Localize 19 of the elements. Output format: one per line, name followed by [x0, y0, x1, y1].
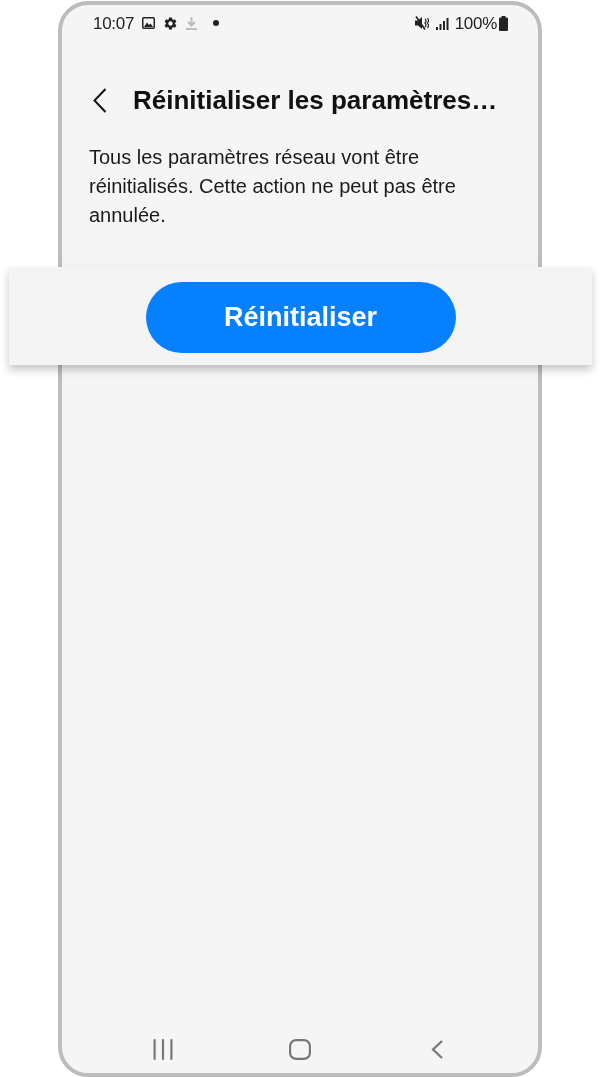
download-icon [186, 16, 198, 30]
settings-icon [163, 15, 179, 31]
recent-apps-button[interactable] [152, 1038, 173, 1060]
home-icon [289, 1038, 311, 1060]
back-icon [93, 87, 107, 113]
muted-speaker-icon [414, 16, 430, 30]
notification-dot-icon [213, 20, 220, 26]
image-icon [142, 17, 156, 29]
description-text: Tous les paramètres réseau vont être réinitialisés. Cette action ne peut pas être annulée. [89, 145, 457, 228]
home-button[interactable] [289, 1038, 311, 1060]
page-title: Réinitialiser les paramètres… [133, 87, 498, 113]
back-nav-button[interactable] [431, 1039, 444, 1059]
recent-apps-icon [152, 1038, 173, 1060]
back-nav-icon [431, 1039, 444, 1059]
signal-icon [435, 16, 449, 30]
battery-icon [499, 15, 508, 31]
status-time: 10:07 [93, 14, 135, 32]
reset-button[interactable]: Réinitialiser [145, 282, 456, 353]
battery-percentage: 100% [454, 14, 497, 32]
